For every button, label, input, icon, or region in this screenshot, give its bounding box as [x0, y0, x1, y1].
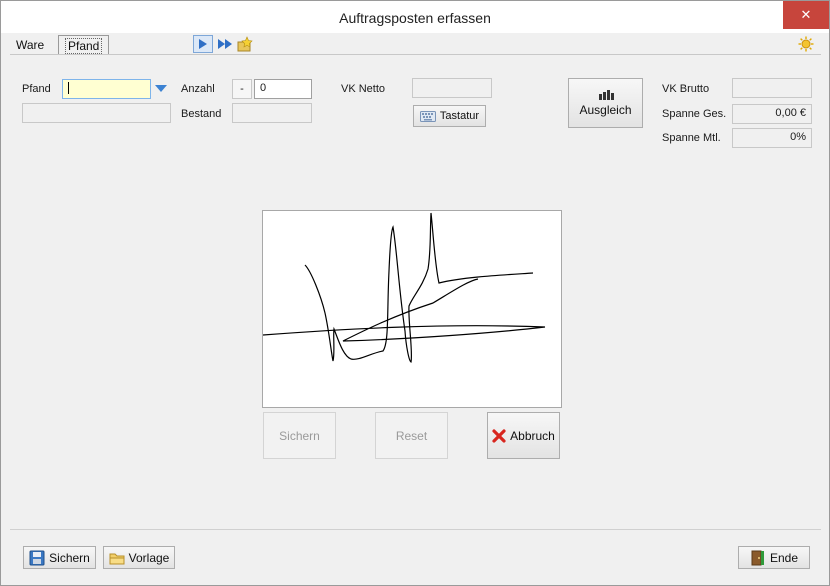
- window-title: Auftragsposten erfassen: [339, 10, 491, 26]
- tab-pfand[interactable]: Pfand: [58, 35, 110, 55]
- close-button[interactable]: ✕: [783, 1, 829, 29]
- signature-reset-button[interactable]: Reset: [375, 412, 448, 459]
- coins-icon: [598, 89, 614, 100]
- tastatur-button[interactable]: Tastatur: [413, 105, 486, 127]
- bestand-label: Bestand: [181, 108, 222, 120]
- signature-abbruch-button[interactable]: Abbruch: [487, 412, 560, 459]
- ausgleich-label: Ausgleich: [579, 102, 632, 117]
- pfand-dropdown-icon[interactable]: [155, 85, 167, 92]
- favorite-button[interactable]: [235, 35, 255, 53]
- fast-forward-icon: [218, 39, 232, 49]
- anzahl-label: Anzahl: [181, 83, 215, 95]
- anzahl-minus-button[interactable]: -: [232, 79, 252, 99]
- play-button[interactable]: [193, 35, 213, 53]
- dialog-window: Auftragsposten erfassen ✕ Ware Pfand Pfa…: [0, 0, 830, 586]
- signature-stroke: [262, 212, 546, 363]
- abbruch-label: Abbruch: [510, 428, 555, 443]
- spanne-mtl-field: 0%: [732, 128, 812, 148]
- tab-ware[interactable]: Ware: [10, 35, 50, 55]
- footer-sichern-button[interactable]: Sichern: [23, 546, 96, 569]
- footer-ende-label: Ende: [769, 550, 799, 565]
- client-area: Ware Pfand Pfand Anzahl - 0 Bestand VK N…: [10, 33, 821, 579]
- vk-brutto-field: [732, 78, 812, 98]
- title-bar[interactable]: Auftragsposten erfassen ✕: [1, 1, 829, 33]
- fast-forward-button[interactable]: [215, 35, 235, 53]
- tab-divider: [10, 54, 821, 55]
- spanne-mtl-label: Spanne Mtl.: [662, 132, 721, 144]
- save-disk-icon: [29, 550, 45, 565]
- close-icon: ✕: [800, 7, 812, 22]
- signature-sichern-button[interactable]: Sichern: [263, 412, 336, 459]
- spanne-ges-label: Spanne Ges.: [662, 108, 727, 120]
- pfand-label: Pfand: [22, 83, 51, 95]
- vk-netto-label: VK Netto: [341, 83, 386, 95]
- keyboard-icon: [419, 110, 436, 122]
- footer-sichern-label: Sichern: [49, 550, 90, 565]
- footer-vorlage-label: Vorlage: [128, 550, 170, 565]
- tab-pfand-label: Pfand: [65, 38, 103, 54]
- pfand-input[interactable]: [62, 79, 151, 99]
- vk-brutto-label: VK Brutto: [662, 83, 710, 95]
- anzahl-input[interactable]: 0: [254, 79, 312, 99]
- ausgleich-button[interactable]: Ausgleich: [568, 78, 643, 128]
- cancel-x-icon: [492, 428, 506, 443]
- star-folder-icon: [237, 36, 253, 52]
- exit-door-icon: [751, 550, 764, 565]
- folder-icon: [109, 553, 125, 564]
- settings-sun-button[interactable]: [796, 35, 816, 53]
- play-icon: [199, 39, 207, 49]
- footer-divider: [10, 529, 821, 530]
- footer-ende-button[interactable]: Ende: [738, 546, 810, 569]
- text-caret: [68, 82, 69, 95]
- pfand-description-field: [22, 103, 171, 123]
- vk-netto-field: [412, 78, 492, 98]
- sun-icon: [798, 36, 814, 52]
- bestand-field: [232, 103, 312, 123]
- footer-vorlage-button[interactable]: Vorlage: [103, 546, 175, 569]
- tastatur-label: Tastatur: [439, 110, 480, 122]
- signature-pad[interactable]: [262, 210, 562, 408]
- spanne-ges-field: 0,00 €: [732, 104, 812, 124]
